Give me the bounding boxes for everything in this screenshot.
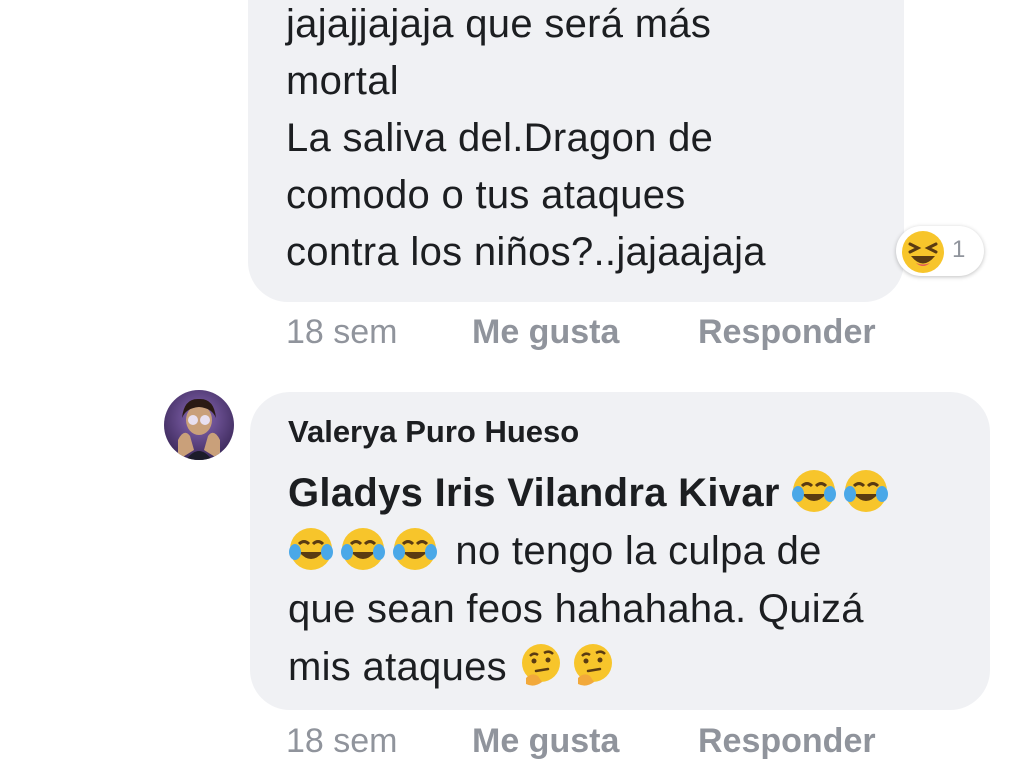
comment-bubble: jajajjajaja que será más mortal La saliv… [248,0,904,302]
reply-link[interactable]: Responder [698,313,876,352]
comment-text: jajajjajaja que será más mortal La saliv… [286,2,766,274]
comment-timestamp[interactable]: 18 sem [286,722,398,761]
comment-text: Gladys Iris Vilandra Kivar no tengo la c… [288,464,895,696]
face-with-tears-of-joy-icon [341,528,385,570]
user-avatar[interactable] [164,390,234,460]
like-link[interactable]: Me gusta [472,722,619,761]
face-with-tears-of-joy-icon [792,470,837,512]
face-with-tears-of-joy-icon [393,528,437,570]
reaction-count: 1 [952,236,966,263]
avatar-image [164,390,234,460]
mention-link[interactable]: Gladys Iris Vilandra Kivar [288,471,780,515]
face-with-tears-of-joy-icon [289,528,333,570]
thinking-face-icon [574,644,613,686]
like-link[interactable]: Me gusta [472,313,619,352]
comment-author[interactable]: Valerya Puro Hueso [288,414,579,450]
laughing-squint-emoji-icon [902,231,944,273]
reply-link[interactable]: Responder [698,722,876,761]
comment-timestamp[interactable]: 18 sem [286,313,398,352]
thinking-face-icon [522,644,561,686]
comment-bubble: Valerya Puro Hueso Gladys Iris Vilandra … [250,392,990,710]
face-with-tears-of-joy-icon [844,470,889,512]
comment-text-line: no tengo la culpa de [444,529,822,573]
reaction-summary[interactable]: 1 [896,226,984,276]
